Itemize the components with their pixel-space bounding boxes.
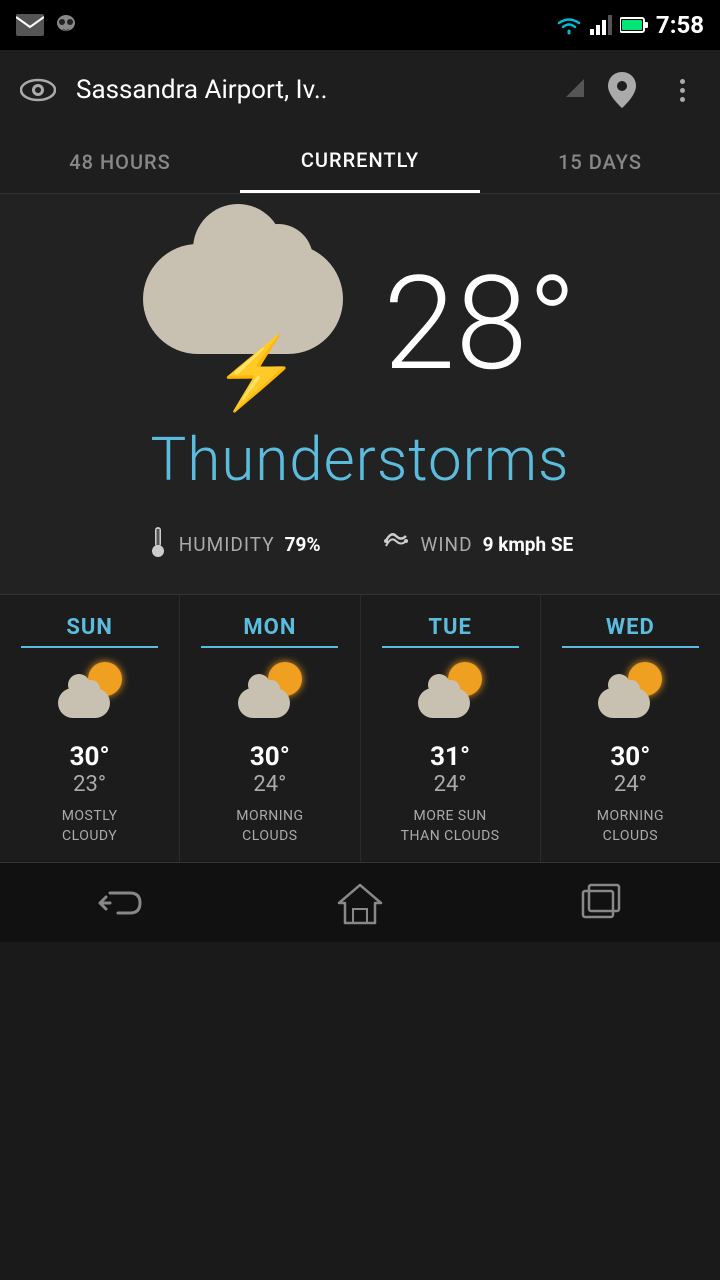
day-tue-low: 24° [434, 772, 467, 797]
forecast-day-sun: SUN 30° 23° MOSTLYCLOUDY [0, 595, 180, 862]
wind-icon [381, 526, 411, 563]
battery-icon [620, 16, 648, 34]
wifi-icon [556, 15, 582, 35]
location-pin-icon[interactable] [600, 68, 644, 112]
humidity-value: 79% [285, 533, 321, 556]
day-wed-desc: MORNINGCLOUDS [597, 807, 664, 846]
day-mon-low: 24° [253, 772, 286, 797]
condition-text: Thunderstorms [151, 424, 570, 495]
forecast-icon-sun [58, 662, 122, 730]
forecast-day-wed: WED 30° 24° MORNINGCLOUDS [541, 595, 720, 862]
humidity-detail: HUMIDITY 79% [147, 525, 321, 564]
day-mon-label: MON [243, 615, 296, 640]
wind-value: 9 kmph SE [483, 533, 574, 556]
day-tue-underline [382, 646, 519, 648]
tab-15days[interactable]: 15 DAYS [480, 130, 720, 193]
status-right-icons: 7:58 [556, 11, 704, 39]
status-left-icons [16, 13, 78, 37]
day-mon-desc: MORNINGCLOUDS [236, 807, 303, 846]
forecast-icon-mon [238, 662, 302, 730]
day-wed-low: 24° [614, 772, 647, 797]
more-menu-icon[interactable] [660, 68, 704, 112]
wind-label: WIND [421, 533, 473, 556]
forecast-row: SUN 30° 23° MOSTLYCLOUDY MON 30° 24° MOR… [0, 594, 720, 862]
day-sun-underline [21, 646, 158, 648]
recents-button[interactable] [560, 878, 640, 928]
day-mon-high: 30° [250, 742, 290, 772]
signal-small-icon [566, 79, 584, 102]
back-button[interactable] [80, 878, 160, 928]
gmail-icon [16, 14, 44, 36]
main-weather-panel: ⚡ 28° Thunderstorms HUMIDITY 79% [0, 194, 720, 594]
tab-48hours[interactable]: 48 HOURS [0, 130, 240, 193]
bottom-nav [0, 862, 720, 942]
signal-icon [590, 15, 612, 35]
forecast-icon-tue [418, 662, 482, 730]
day-wed-label: WED [606, 615, 655, 640]
thermometer-icon [147, 525, 169, 564]
lightning-icon: ⚡ [213, 339, 300, 409]
forecast-icon-wed [598, 662, 662, 730]
day-tue-high: 31° [430, 742, 470, 772]
wind-detail: WIND 9 kmph SE [381, 526, 574, 563]
day-sun-high: 30° [70, 742, 110, 772]
alien-icon [54, 13, 78, 37]
day-wed-underline [562, 646, 699, 648]
status-bar: 7:58 [0, 0, 720, 50]
tab-currently[interactable]: CURRENTLY [240, 130, 480, 193]
humidity-label: HUMIDITY [179, 533, 275, 556]
day-sun-label: SUN [66, 615, 113, 640]
location-title: Sassandra Airport, Iv.. [76, 75, 550, 105]
weather-condition-icon: ⚡ [143, 234, 363, 414]
forecast-day-mon: MON 30° 24° MORNINGCLOUDS [180, 595, 360, 862]
weather-details: HUMIDITY 79% WIND 9 kmph SE [147, 525, 574, 564]
tab-bar: 48 HOURS CURRENTLY 15 DAYS [0, 130, 720, 194]
status-time: 7:58 [656, 11, 704, 39]
weather-top: ⚡ 28° [143, 234, 576, 414]
home-button[interactable] [320, 878, 400, 928]
eye-icon[interactable] [16, 68, 60, 112]
day-tue-desc: MORE SUNTHAN CLOUDS [401, 807, 500, 846]
day-sun-low: 23° [73, 772, 106, 797]
day-tue-label: TUE [428, 615, 472, 640]
temperature-display: 28° [383, 259, 576, 389]
forecast-day-tue: TUE 31° 24° MORE SUNTHAN CLOUDS [361, 595, 541, 862]
top-bar: Sassandra Airport, Iv.. [0, 50, 720, 130]
day-mon-underline [201, 646, 338, 648]
day-sun-desc: MOSTLYCLOUDY [62, 807, 118, 846]
day-wed-high: 30° [610, 742, 650, 772]
